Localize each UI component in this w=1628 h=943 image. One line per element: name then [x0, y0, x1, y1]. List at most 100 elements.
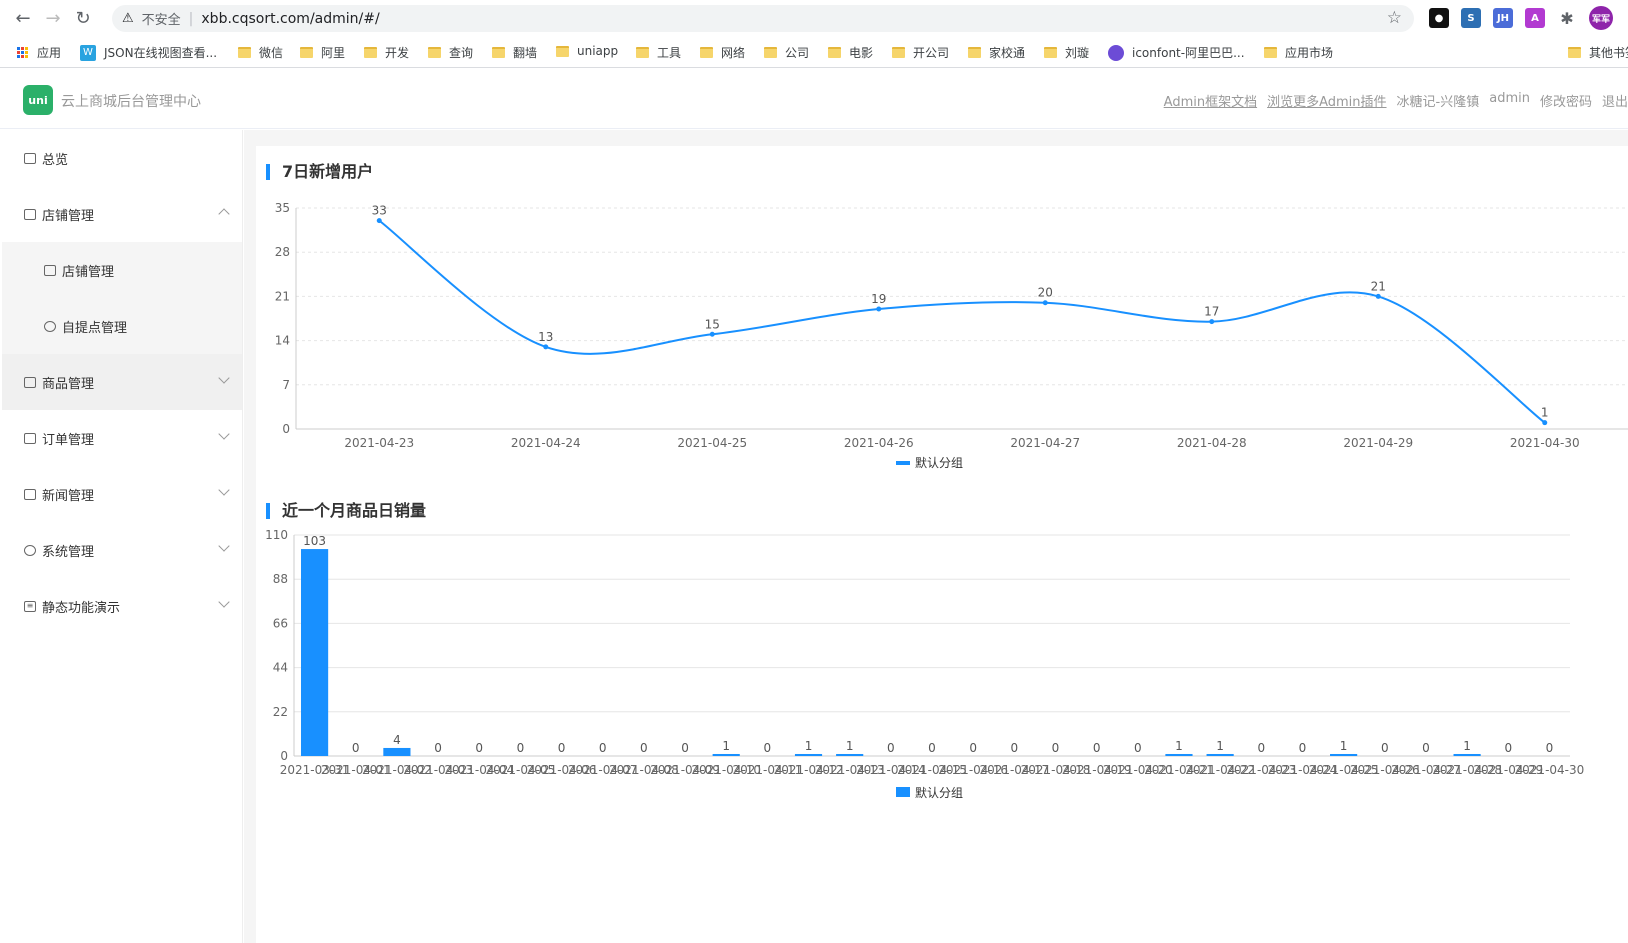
bookmark-folder[interactable]: 翻墙 [492, 44, 537, 61]
sidebar-item-orders[interactable]: 订单管理 [2, 410, 242, 466]
chevron-down-icon [218, 428, 230, 440]
app-header: uni 云上商城后台管理中心 Admin框架文档 浏览更多Admin插件 冰糖记… [0, 69, 1628, 129]
bookmark-label: 翻墙 [513, 46, 538, 60]
sidebar-item-label: 商品管理 [42, 376, 95, 392]
daily-sales-bar-chart: 022446688110 1032021-03-3102021-04-014202… [265, 528, 1585, 800]
bookmark-label: 刘璇 [1065, 46, 1090, 60]
bookmark-label: JSON在线视图查看... [104, 46, 218, 60]
reload-icon[interactable]: ↻ [68, 3, 98, 33]
change-password-link[interactable]: 修改密码 [1540, 91, 1592, 110]
data-label: 20 [1038, 286, 1053, 300]
chevron-up-icon [218, 208, 230, 220]
y-tick-label: 14 [275, 334, 290, 348]
data-label: 0 [1546, 741, 1554, 755]
series-line [378, 219, 1546, 424]
data-label: 0 [1011, 741, 1019, 755]
bookmark-star-icon[interactable]: ☆ [1387, 8, 1402, 28]
bookmark-folder[interactable]: 阿里 [300, 44, 345, 61]
bookmark-folder[interactable]: 电影 [828, 44, 873, 61]
x-tick-label: 2021-04-30 [1515, 763, 1585, 777]
bookmark-folder[interactable]: 微信 [238, 44, 283, 61]
store-name[interactable]: 冰糖记-兴隆镇 [1397, 91, 1480, 110]
y-tick-label: 0 [280, 749, 288, 763]
sidebar-subitem-store-management[interactable]: 店铺管理 [2, 242, 242, 298]
data-label: 0 [1299, 741, 1307, 755]
sidebar-item-label: 新闻管理 [42, 488, 95, 504]
data-label: 0 [928, 741, 936, 755]
bar [383, 747, 411, 756]
bookmark-label: 电影 [849, 46, 874, 60]
json-site-icon: W [80, 44, 96, 61]
bookmark-folder[interactable]: uniapp [556, 44, 618, 58]
bookmark-folder[interactable]: 开发 [364, 44, 409, 61]
sidebar-item-overview[interactable]: 总览 [2, 130, 242, 186]
data-label: 0 [517, 741, 525, 755]
sidebar-item-news[interactable]: 新闻管理 [2, 466, 242, 522]
data-label: 1 [1216, 739, 1224, 753]
bookmark-json[interactable]: W JSON在线视图查看... [80, 44, 217, 61]
extension-mask-icon[interactable]: ● [1429, 8, 1449, 28]
insecure-label: 不安全 [141, 13, 181, 28]
sidebar-item-label: 订单管理 [42, 432, 95, 448]
app-title: 云上商城后台管理中心 [61, 94, 201, 110]
bookmark-folder[interactable]: 刘璇 [1044, 44, 1089, 61]
y-tick-label: 22 [273, 705, 288, 719]
bookmark-folder[interactable]: 家校通 [968, 44, 1025, 61]
y-tick-label: 44 [273, 661, 288, 675]
bookmark-apps[interactable]: 应用 [17, 44, 61, 61]
bookmark-folder[interactable]: 查询 [428, 44, 473, 61]
sidebar-item-static-demo[interactable]: ≡ 静态功能演示 [2, 578, 242, 634]
data-label: 1 [846, 739, 854, 753]
dashboard-card: 7日新增用户 0 7 14 21 28 35 2021-04-23 2021-04-24 202… [256, 146, 1628, 943]
data-label: 4 [393, 733, 401, 747]
data-label: 0 [1093, 741, 1101, 755]
folder-icon [492, 47, 505, 58]
logout-link[interactable]: 退出 [1602, 91, 1628, 110]
bookmark-folder[interactable]: 公司 [764, 44, 809, 61]
data-label: 0 [352, 741, 360, 755]
data-label: 33 [372, 204, 387, 218]
extensions-puzzle-icon[interactable]: ✱ [1557, 8, 1577, 28]
sidebar-subitem-pickup-points[interactable]: 自提点管理 [2, 298, 242, 354]
legend-label: 默认分组 [915, 785, 963, 800]
y-tick-label: 110 [265, 528, 288, 542]
bookmark-folder[interactable]: 应用市场 [1264, 44, 1333, 61]
url-text[interactable]: xbb.cqsort.com/admin/#/ [201, 11, 379, 27]
data-label: 0 [1381, 741, 1389, 755]
admin-docs-link[interactable]: Admin框架文档 [1164, 91, 1257, 110]
sidebar: 总览 店铺管理 店铺管理 自提点管理 商品管理 订单管理 新闻管理 系统管理 ≡… [2, 130, 243, 943]
sidebar-item-products[interactable]: 商品管理 [2, 354, 242, 410]
bookmark-folder[interactable]: 工具 [636, 44, 681, 61]
extension-jh-icon[interactable]: JH [1493, 8, 1513, 28]
bookmark-other[interactable]: 其他书签 [1568, 44, 1628, 61]
bookmark-label: 工具 [657, 46, 682, 60]
bookmark-folder[interactable]: 网络 [700, 44, 745, 61]
bookmark-label: 应用市场 [1285, 46, 1334, 60]
username[interactable]: admin [1489, 91, 1530, 110]
sidebar-item-store-management[interactable]: 店铺管理 [2, 186, 242, 242]
back-arrow-icon[interactable]: ← [8, 3, 38, 33]
data-label: 0 [681, 741, 689, 755]
extension-app-icon[interactable]: A [1525, 8, 1545, 28]
address-bar[interactable]: ⚠ 不安全 | xbb.cqsort.com/admin/#/ ☆ [112, 5, 1414, 32]
folder-icon [1568, 47, 1581, 58]
forward-arrow-icon[interactable]: → [38, 3, 68, 33]
bar [300, 549, 329, 756]
bookmark-label: 公司 [785, 46, 810, 60]
sidebar-item-label: 店铺管理 [42, 208, 95, 224]
sidebar-item-system[interactable]: 系统管理 [2, 522, 242, 578]
data-label: 0 [1052, 741, 1060, 755]
list-icon: ≡ [24, 600, 36, 612]
bookmark-folder[interactable]: 开公司 [892, 44, 949, 61]
data-label: 0 [969, 741, 977, 755]
bar [836, 753, 864, 756]
gear-icon [24, 544, 36, 556]
more-plugins-link[interactable]: 浏览更多Admin插件 [1267, 91, 1386, 110]
bookmark-label: 应用 [37, 46, 62, 60]
y-tick-label: 21 [275, 289, 290, 303]
profile-avatar[interactable]: 军军 [1589, 6, 1613, 30]
bookmark-iconfont[interactable]: iconfont-阿里巴巴... [1108, 44, 1245, 61]
extension-s-icon[interactable]: S [1461, 8, 1481, 28]
bookmark-label: uniapp [577, 44, 619, 58]
folder-icon [892, 47, 905, 58]
